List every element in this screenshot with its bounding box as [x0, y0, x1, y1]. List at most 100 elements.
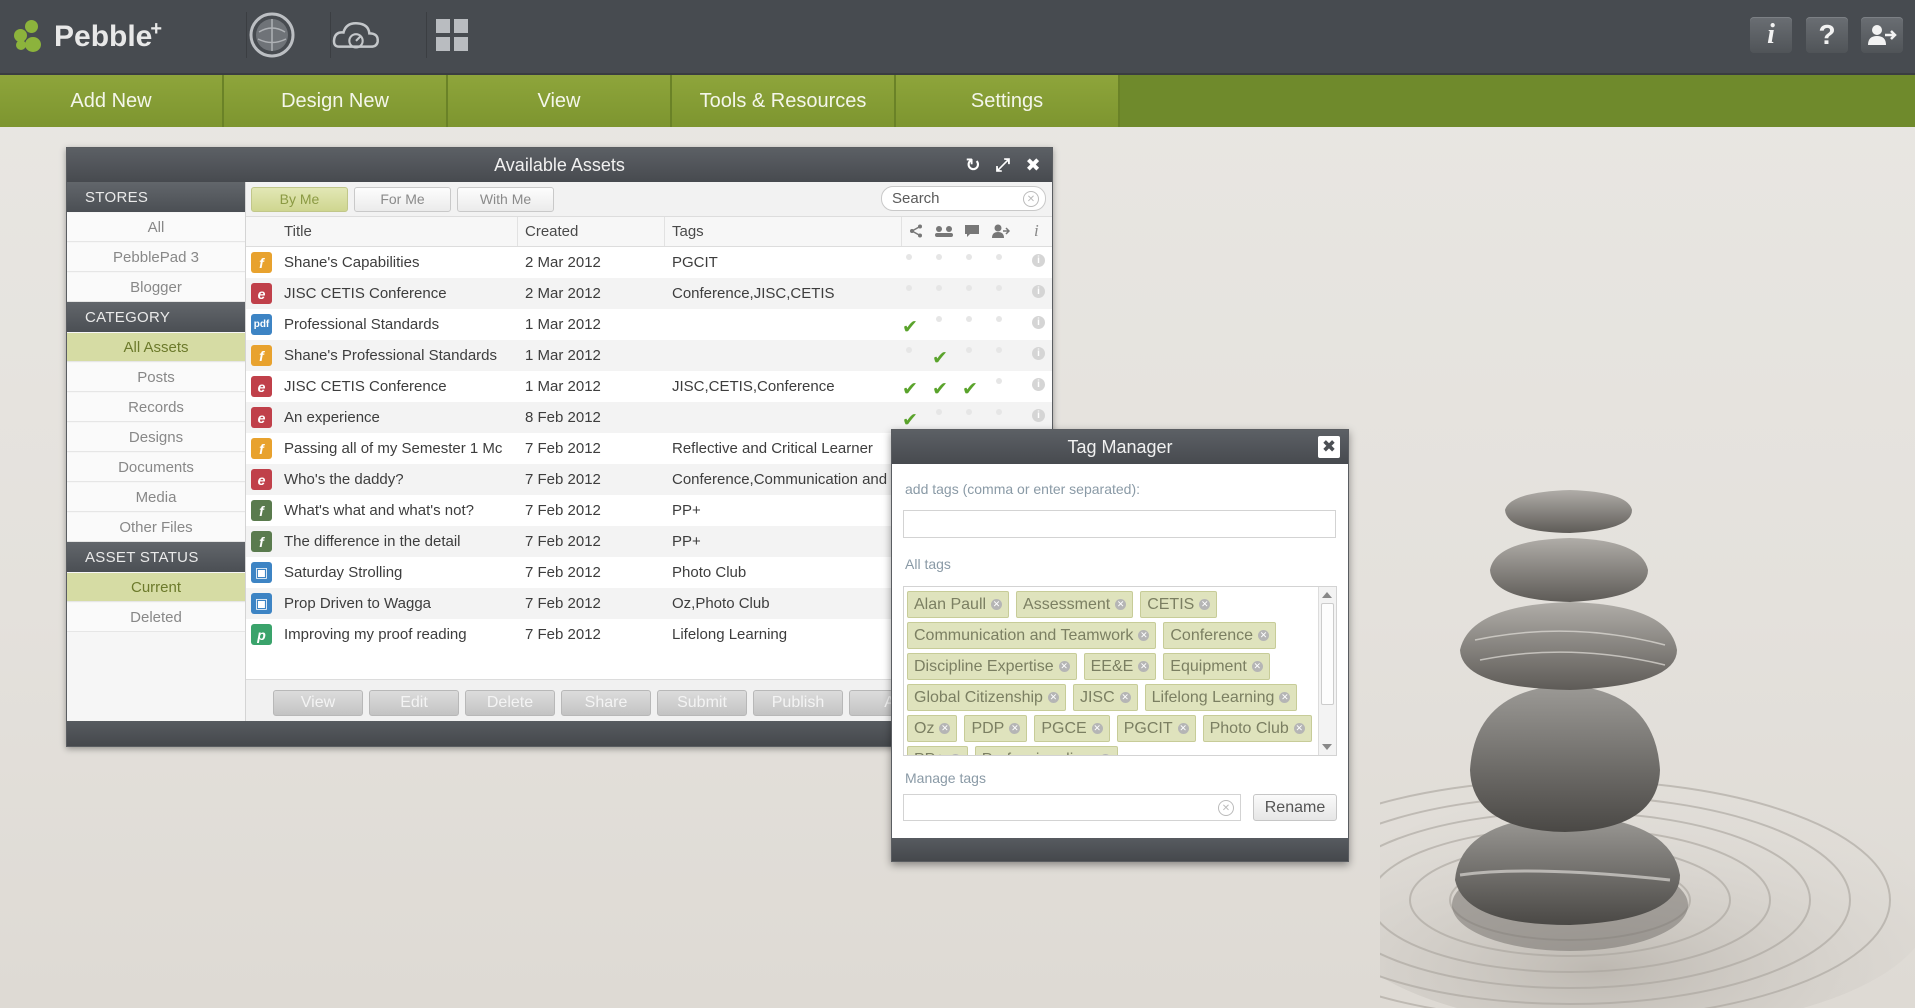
tag-chip[interactable]: JISC ✕ [1072, 684, 1138, 711]
manage-clear-icon[interactable]: ✕ [1218, 800, 1234, 816]
remove-tag-icon[interactable]: ✕ [1058, 661, 1070, 672]
add-tags-input[interactable] [903, 510, 1336, 538]
tag-chip[interactable]: CETIS ✕ [1140, 591, 1218, 618]
maximize-icon[interactable]: ⤢ [992, 154, 1014, 176]
tag-chip[interactable]: Alan Paull ✕ [907, 591, 1010, 618]
submit-button[interactable]: Submit [657, 690, 747, 716]
column-tags[interactable]: Tags [672, 223, 704, 240]
status-deleted[interactable]: Deleted [67, 603, 245, 632]
row-info-icon[interactable]: i [1032, 285, 1045, 298]
remove-tag-icon[interactable]: ✕ [939, 723, 951, 734]
tag-chip[interactable]: Oz ✕ [907, 715, 958, 742]
remove-tag-icon[interactable]: ✕ [1115, 599, 1127, 610]
store-pebblepad3[interactable]: PebblePad 3 [67, 243, 245, 272]
table-row[interactable]: e JISC CETIS Conference 1 Mar 2012 JISC,CET… [246, 371, 1052, 402]
publish-button[interactable]: Publish [753, 690, 843, 716]
cloud-dashboard-icon[interactable] [330, 12, 381, 58]
remove-tag-icon[interactable]: ✕ [1099, 754, 1111, 755]
tag-chip[interactable]: EE&E ✕ [1083, 653, 1157, 680]
tag-chip[interactable]: PDP ✕ [964, 715, 1028, 742]
help-button[interactable]: ? [1806, 17, 1848, 53]
category-other-files[interactable]: Other Files [67, 513, 245, 542]
tags-scrollbar[interactable] [1318, 587, 1336, 755]
row-info-icon[interactable]: i [1032, 409, 1045, 422]
category-designs[interactable]: Designs [67, 423, 245, 452]
tag-chip[interactable]: PGCE ✕ [1034, 715, 1110, 742]
remove-tag-icon[interactable]: ✕ [1119, 692, 1131, 703]
tag-chip[interactable]: Professionalism ✕ [974, 746, 1118, 755]
remove-tag-icon[interactable]: ✕ [1047, 692, 1059, 703]
asset-tags: PGCIT [672, 254, 718, 271]
scroll-down-icon[interactable] [1322, 744, 1332, 750]
remove-tag-icon[interactable]: ✕ [1009, 723, 1021, 734]
remove-tag-icon[interactable]: ✕ [1293, 723, 1305, 734]
search-clear-icon[interactable]: ✕ [1023, 191, 1039, 207]
delete-button[interactable]: Delete [465, 690, 555, 716]
scroll-thumb[interactable] [1321, 603, 1334, 705]
tag-chip[interactable]: PGCIT ✕ [1116, 715, 1196, 742]
remove-tag-icon[interactable]: ✕ [1138, 630, 1150, 641]
manage-tags-input[interactable]: ✕ [903, 794, 1241, 821]
menu-design-new[interactable]: Design New [224, 75, 448, 127]
table-row[interactable]: pdf Professional Standards 1 Mar 2012 ✔ i [246, 309, 1052, 340]
tag-chip[interactable]: Photo Club ✕ [1202, 715, 1312, 742]
info-button[interactable]: i [1750, 17, 1792, 53]
remove-tag-icon[interactable]: ✕ [1091, 723, 1103, 734]
share-button[interactable]: Share [561, 690, 651, 716]
info-column-icon: i [1034, 221, 1039, 240]
row-info-icon[interactable]: i [1032, 316, 1045, 329]
tag-chip[interactable]: PP+ ✕ [907, 746, 968, 755]
row-info-icon[interactable]: i [1032, 378, 1045, 391]
store-blogger[interactable]: Blogger [67, 273, 245, 302]
rename-button[interactable]: Rename [1253, 794, 1337, 821]
globe-icon[interactable] [246, 12, 297, 58]
close-icon[interactable]: ✖ [1318, 436, 1340, 458]
remove-tag-icon[interactable]: ✕ [991, 599, 1003, 610]
tag-row: Communication and Teamwork ✕ Conference ✕ [907, 622, 1277, 649]
menu-add-new[interactable]: Add New [0, 75, 224, 127]
menu-tools-resources[interactable]: Tools & Resources [672, 75, 896, 127]
column-created[interactable]: Created [525, 223, 578, 240]
tag-chip[interactable]: Equipment ✕ [1163, 653, 1270, 680]
user-account-button[interactable] [1861, 17, 1903, 53]
remove-tag-icon[interactable]: ✕ [1138, 661, 1150, 672]
table-row[interactable]: e JISC CETIS Conference 2 Mar 2012 Conferen… [246, 278, 1052, 309]
filter-for-me[interactable]: For Me [354, 186, 451, 212]
row-info-icon[interactable]: i [1032, 254, 1045, 267]
remove-tag-icon[interactable]: ✕ [1199, 599, 1211, 610]
tag-chip[interactable]: Communication and Teamwork ✕ [907, 622, 1157, 649]
scroll-up-icon[interactable] [1322, 592, 1332, 598]
refresh-icon[interactable]: ↻ [962, 154, 984, 176]
category-documents[interactable]: Documents [67, 453, 245, 482]
status-current[interactable]: Current [67, 573, 245, 602]
menu-view[interactable]: View [448, 75, 672, 127]
remove-tag-icon[interactable]: ✕ [1279, 692, 1291, 703]
filter-by-me[interactable]: By Me [251, 186, 348, 212]
edit-button[interactable]: Edit [369, 690, 459, 716]
tag-chip[interactable]: Discipline Expertise ✕ [907, 653, 1077, 680]
table-row[interactable]: f Shane's Professional Standards 1 Mar 201… [246, 340, 1052, 371]
view-button[interactable]: View [273, 690, 363, 716]
category-posts[interactable]: Posts [67, 363, 245, 392]
close-icon[interactable]: ✖ [1022, 154, 1044, 176]
remove-tag-icon[interactable]: ✕ [949, 754, 961, 755]
column-title[interactable]: Title [284, 223, 312, 240]
tag-chip[interactable]: Conference ✕ [1163, 622, 1277, 649]
category-media[interactable]: Media [67, 483, 245, 512]
remove-tag-icon[interactable]: ✕ [1258, 630, 1270, 641]
table-row[interactable]: f Shane's Capabilities 2 Mar 2012 PGCIT i [246, 247, 1052, 278]
store-all[interactable]: All [67, 213, 245, 242]
remove-tag-icon[interactable]: ✕ [1177, 723, 1189, 734]
category-all-assets[interactable]: All Assets [67, 333, 245, 362]
filter-with-me[interactable]: With Me [457, 186, 554, 212]
tag-chip[interactable]: Global Citizenship ✕ [907, 684, 1066, 711]
category-records[interactable]: Records [67, 393, 245, 422]
row-info-icon[interactable]: i [1032, 347, 1045, 360]
search-input[interactable]: Search ✕ [881, 186, 1046, 211]
remove-tag-icon[interactable]: ✕ [1251, 661, 1263, 672]
menu-settings[interactable]: Settings [896, 75, 1120, 127]
grid-apps-icon[interactable] [426, 12, 477, 58]
pebble-logo[interactable]: Pebble+ [14, 18, 162, 54]
tag-chip[interactable]: Lifelong Learning ✕ [1144, 684, 1298, 711]
tag-chip[interactable]: Assessment ✕ [1016, 591, 1134, 618]
